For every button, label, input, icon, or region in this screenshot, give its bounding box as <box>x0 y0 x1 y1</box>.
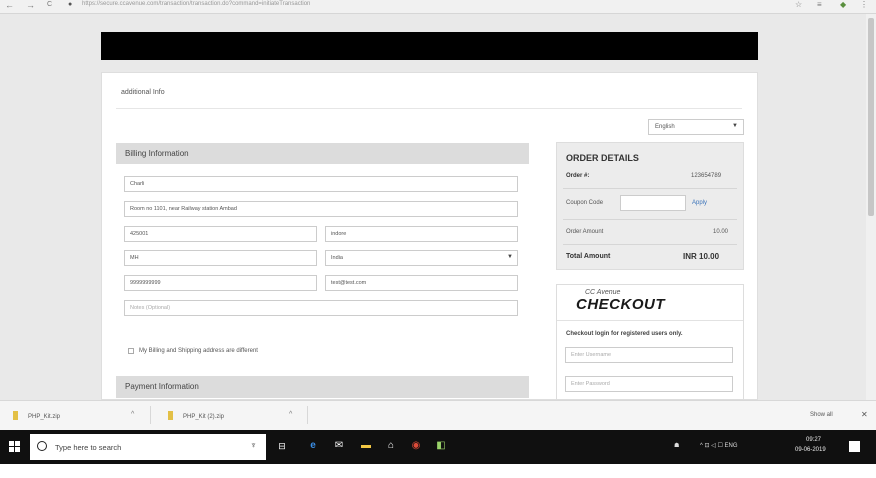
country-value: India <box>331 255 343 261</box>
chevron-up-icon[interactable]: ^ <box>131 411 134 418</box>
chevron-up-icon[interactable]: ^ <box>289 411 292 418</box>
file-explorer-icon[interactable]: ▬ <box>360 440 372 452</box>
chrome-icon[interactable]: ◉ <box>410 440 422 452</box>
phone-field[interactable]: 9999999999 <box>124 275 317 291</box>
download-item-name[interactable]: PHP_Kit.zip <box>28 414 60 420</box>
store-icon[interactable]: ⌂ <box>385 440 397 452</box>
divider <box>563 219 737 220</box>
chevron-down-icon: ▼ <box>507 254 513 260</box>
divider <box>307 406 308 424</box>
payment-header: Payment Information <box>116 376 529 398</box>
divider <box>563 188 737 189</box>
password-input[interactable]: Enter Password <box>565 376 733 392</box>
address-bar[interactable]: https://secure.ccavenue.com/transaction/… <box>82 0 310 9</box>
order-details-title: ORDER DETAILS <box>566 153 639 163</box>
forward-icon[interactable]: → <box>26 0 35 10</box>
ccavenue-logo-text: CC Avenue <box>585 289 621 296</box>
reload-icon[interactable]: C <box>47 0 52 10</box>
scrollbar-thumb[interactable] <box>868 18 874 216</box>
cortana-icon <box>37 441 47 451</box>
close-icon[interactable]: ✕ <box>861 410 868 419</box>
order-amount-label: Order Amount <box>566 229 604 235</box>
divider <box>563 244 737 245</box>
order-number-label: Order #: <box>566 173 590 179</box>
username-input[interactable]: Enter Username <box>565 347 733 363</box>
extension-icon[interactable]: ◆ <box>840 0 846 10</box>
header-banner <box>101 32 758 60</box>
shipping-checkbox[interactable] <box>128 348 134 354</box>
shipping-checkbox-label: My Billing and Shipping address are diff… <box>139 348 258 354</box>
show-all-button[interactable]: Show all <box>810 412 833 418</box>
address-field[interactable]: Room no 1101, near Railway station Ambad <box>124 201 518 217</box>
chevron-down-icon: ▼ <box>732 123 738 129</box>
zip-file-icon <box>168 411 173 420</box>
windows-start-icon[interactable] <box>9 441 21 453</box>
divider <box>116 108 742 109</box>
microphone-icon[interactable]: ♆ <box>250 440 257 450</box>
mail-icon[interactable]: ✉ <box>333 440 345 452</box>
additional-info-label: additional Info <box>121 89 165 96</box>
notification-icon[interactable] <box>849 441 860 452</box>
zip-file-icon <box>13 411 18 420</box>
city-field[interactable]: indore <box>325 226 518 242</box>
system-tray[interactable]: ^ ⊡ ◁ ☐ ENG <box>700 442 738 449</box>
coupon-label: Coupon Code <box>566 200 604 206</box>
notepad-icon[interactable]: ◧ <box>435 440 447 452</box>
notes-field[interactable]: Notes (Optional) <box>124 300 518 316</box>
checkout-logo: CHECKOUT <box>576 296 665 313</box>
task-view-icon[interactable]: ⊟ <box>276 440 288 452</box>
people-icon[interactable]: ☗ <box>674 442 679 449</box>
apply-coupon-link[interactable]: Apply <box>692 200 707 206</box>
language-value: English <box>655 124 675 130</box>
billing-header: Billing Information <box>116 143 529 164</box>
clock-time[interactable]: 09:27 <box>806 437 821 443</box>
total-amount-value: INR 10.00 <box>683 252 720 261</box>
country-select[interactable]: India ▼ <box>325 250 518 266</box>
name-field[interactable]: Charli <box>124 176 518 192</box>
edge-icon[interactable]: e <box>307 440 319 452</box>
order-amount-value: 10.00 <box>713 229 729 235</box>
divider <box>150 406 151 424</box>
bottom-margin <box>0 464 876 478</box>
star-icon[interactable]: ☆ <box>795 0 802 10</box>
language-select[interactable]: English ▼ <box>648 119 744 135</box>
back-icon[interactable]: ← <box>5 0 14 10</box>
divider <box>557 320 743 321</box>
email-field[interactable]: test@test.com <box>325 275 518 291</box>
clock-date[interactable]: 09-06-2019 <box>795 447 826 453</box>
menu-icon[interactable]: ≡ <box>817 0 822 10</box>
order-number-value: 123654789 <box>691 173 722 179</box>
more-icon[interactable]: ⋮ <box>860 0 868 10</box>
total-amount-label: Total Amount <box>566 253 611 260</box>
lock-icon: ● <box>68 1 73 8</box>
taskbar-search-placeholder: Type here to search <box>55 443 122 452</box>
coupon-input[interactable] <box>620 195 686 211</box>
zip-field[interactable]: 425001 <box>124 226 317 242</box>
download-item-name[interactable]: PHP_Kit (2).zip <box>183 414 224 420</box>
login-instructions: Checkout login for registered users only… <box>566 331 683 337</box>
state-field[interactable]: MH <box>124 250 317 266</box>
